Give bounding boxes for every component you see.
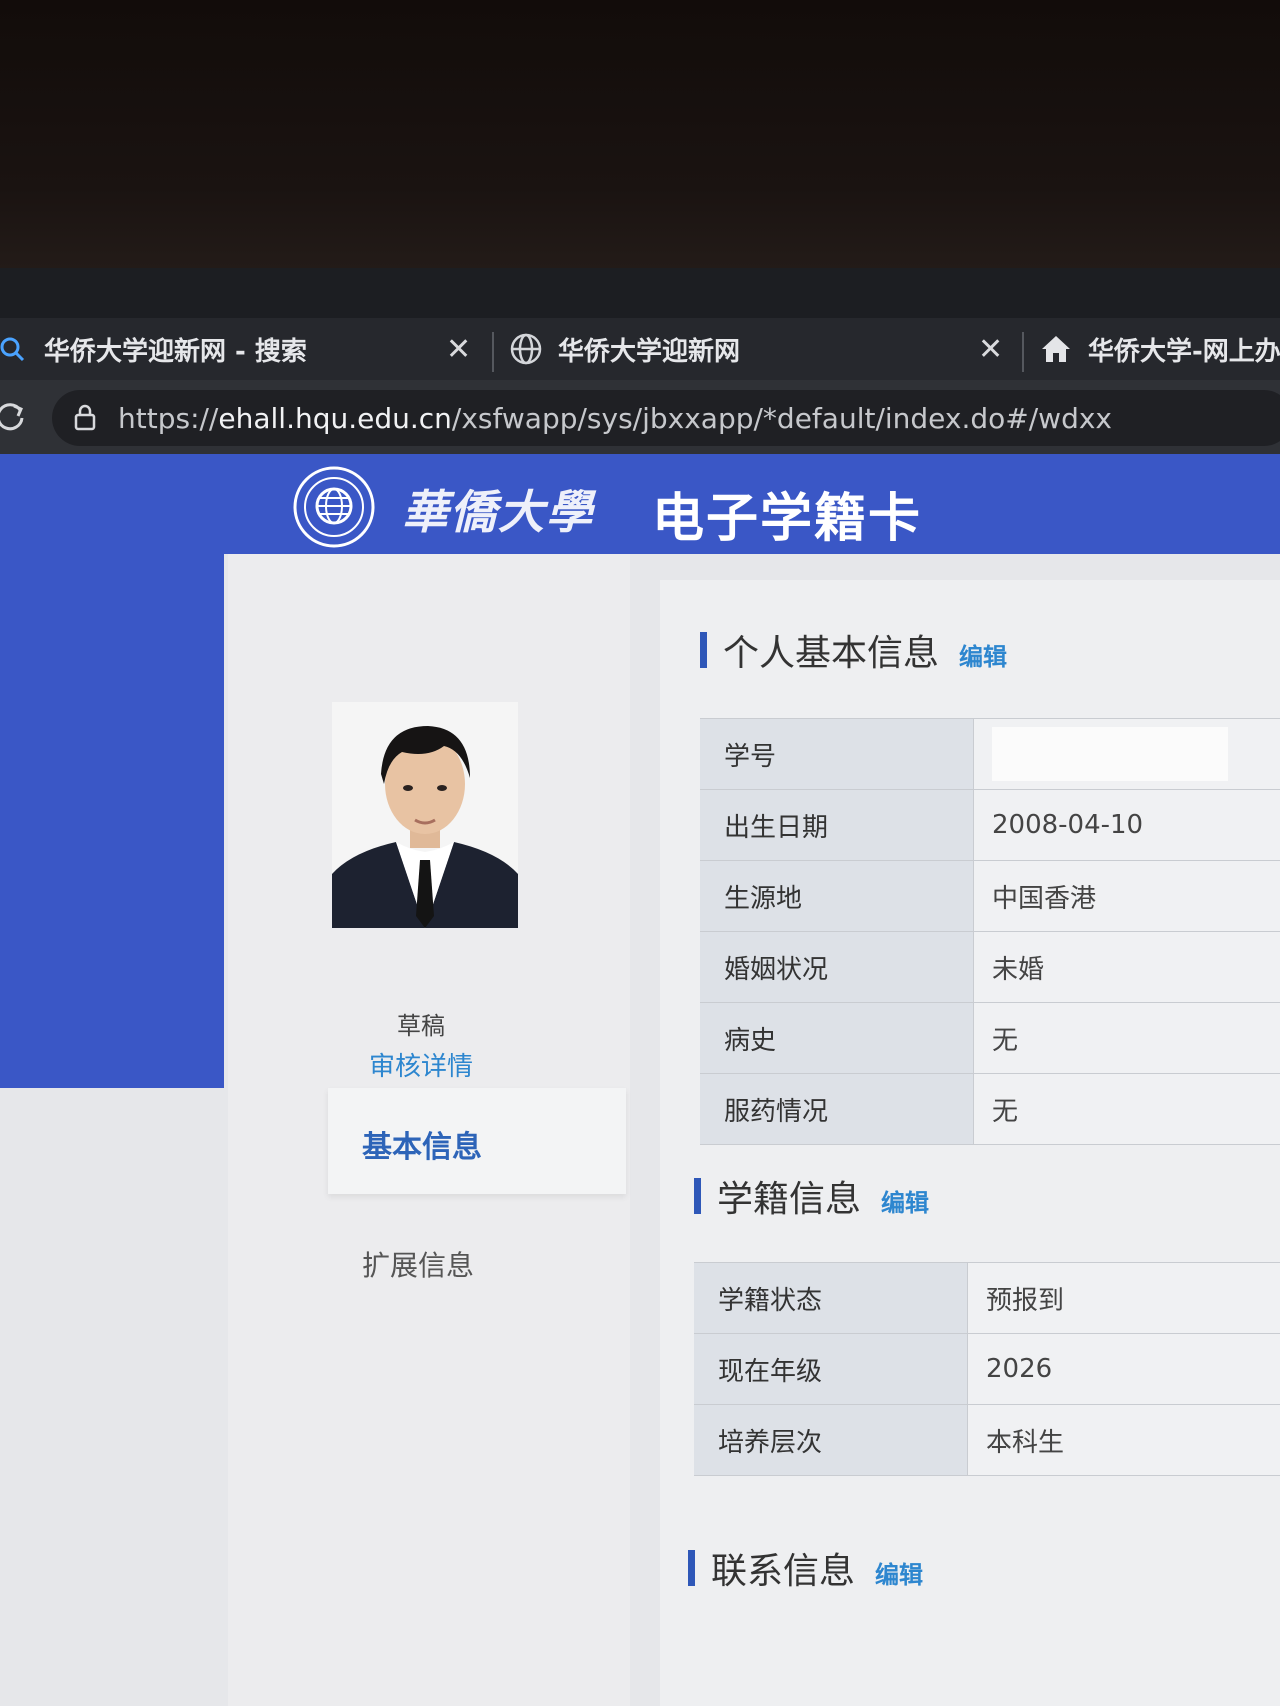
basic-info-table: 学号 出生日期 2008-04-10 生源地 中国香港 婚姻状况 未婚 病史 无…	[700, 718, 1280, 1145]
header-banner	[0, 454, 1280, 554]
close-icon[interactable]: ✕	[978, 332, 1003, 367]
student-photo	[332, 702, 518, 928]
left-blue-panel	[0, 554, 224, 1088]
field-value: 无	[974, 1074, 1280, 1144]
nav-extended-info[interactable]: 扩展信息	[362, 1244, 474, 1284]
url-host: ehall.hqu.edu.cn	[218, 402, 452, 435]
table-row: 病史 无	[700, 1003, 1280, 1074]
section-enrollment-header: 学籍信息 编辑	[694, 1170, 929, 1222]
url-text: https://ehall.hqu.edu.cn/xsfwapp/sys/jbx…	[118, 402, 1112, 435]
browser-window: 华侨大学迎新网 - 搜索 ✕ 华侨大学迎新网 ✕ 华侨大学-网上办 https:…	[0, 268, 1280, 1706]
section-marker	[694, 1178, 701, 1214]
field-value: 中国香港	[974, 861, 1280, 931]
table-row: 学籍状态 预报到	[694, 1263, 1280, 1334]
table-row: 服药情况 无	[700, 1074, 1280, 1145]
section-title: 个人基本信息	[723, 633, 940, 674]
field-label: 学号	[700, 719, 974, 789]
enrollment-info-table: 学籍状态 预报到 现在年级 2026 培养层次 本科生	[694, 1262, 1280, 1476]
tab-search[interactable]: 华侨大学迎新网 - 搜索 ✕	[0, 318, 482, 380]
section-marker	[688, 1550, 695, 1586]
field-value	[974, 719, 1280, 789]
section-contact-header: 联系信息 编辑	[688, 1542, 923, 1594]
table-row: 现在年级 2026	[694, 1334, 1280, 1405]
field-value: 2026	[968, 1334, 1280, 1404]
table-row: 出生日期 2008-04-10	[700, 790, 1280, 861]
monitor-bezel	[0, 0, 1280, 268]
table-row: 生源地 中国香港	[700, 861, 1280, 932]
tab-ehall[interactable]: 华侨大学-网上办	[1038, 318, 1280, 380]
tab-welcome[interactable]: 华侨大学迎新网 ✕	[508, 318, 1008, 380]
field-label: 生源地	[700, 861, 974, 931]
close-icon[interactable]: ✕	[446, 332, 471, 367]
lock-icon[interactable]	[70, 402, 102, 434]
field-label: 服药情况	[700, 1074, 974, 1144]
edit-basic-link[interactable]: 编辑	[959, 637, 1007, 672]
nav-label: 基本信息	[362, 1130, 482, 1165]
table-row: 学号	[700, 719, 1280, 790]
field-label: 现在年级	[694, 1334, 968, 1404]
tab-label: 华侨大学迎新网 - 搜索	[44, 336, 307, 367]
field-value: 2008-04-10	[974, 790, 1280, 860]
address-bar-row: https://ehall.hqu.edu.cn/xsfwapp/sys/jbx…	[0, 380, 1280, 454]
field-value: 无	[974, 1003, 1280, 1073]
table-row: 培养层次 本科生	[694, 1405, 1280, 1476]
search-icon	[0, 331, 30, 367]
field-label: 培养层次	[694, 1405, 968, 1475]
globe-icon	[508, 331, 544, 367]
title-bar	[0, 268, 1280, 318]
redacted-student-id	[992, 727, 1228, 781]
url-scheme: https://	[118, 402, 219, 435]
url-field[interactable]: https://ehall.hqu.edu.cn/xsfwapp/sys/jbx…	[52, 390, 1280, 446]
tab-label: 华侨大学-网上办	[1088, 336, 1280, 367]
field-label: 出生日期	[700, 790, 974, 860]
field-label: 婚姻状况	[700, 932, 974, 1002]
web-page: 華僑大學 电子学籍卡 草稿 审核详情 基本信息 扩展信息 个人基本信息 编辑 学…	[0, 454, 1280, 1706]
section-basic-header: 个人基本信息 编辑	[700, 624, 1007, 676]
tab-divider	[492, 332, 494, 372]
university-seal-icon	[288, 466, 380, 548]
section-title: 学籍信息	[717, 1179, 862, 1220]
tab-divider	[1022, 332, 1024, 372]
section-marker	[700, 632, 707, 668]
nav-basic-info[interactable]: 基本信息	[328, 1088, 626, 1194]
section-title: 联系信息	[711, 1551, 856, 1592]
url-path: /xsfwapp/sys/jbxxapp/*default/index.do#/…	[451, 402, 1112, 435]
field-value: 本科生	[968, 1405, 1280, 1475]
home-icon	[1038, 331, 1074, 367]
field-label: 学籍状态	[694, 1263, 968, 1333]
reload-icon[interactable]	[0, 398, 30, 436]
field-value: 预报到	[968, 1263, 1280, 1333]
edit-enrollment-link[interactable]: 编辑	[881, 1183, 929, 1218]
draft-status: 草稿	[397, 1012, 445, 1040]
tab-label: 华侨大学迎新网	[558, 336, 741, 367]
audit-details-link[interactable]: 审核详情	[336, 1046, 506, 1083]
table-row: 婚姻状况 未婚	[700, 932, 1280, 1003]
edit-contact-link[interactable]: 编辑	[875, 1555, 923, 1590]
field-value: 未婚	[974, 932, 1280, 1002]
field-label: 病史	[700, 1003, 974, 1073]
university-logo-text: 華僑大學	[402, 485, 594, 539]
page-title: 电子学籍卡	[652, 489, 923, 549]
